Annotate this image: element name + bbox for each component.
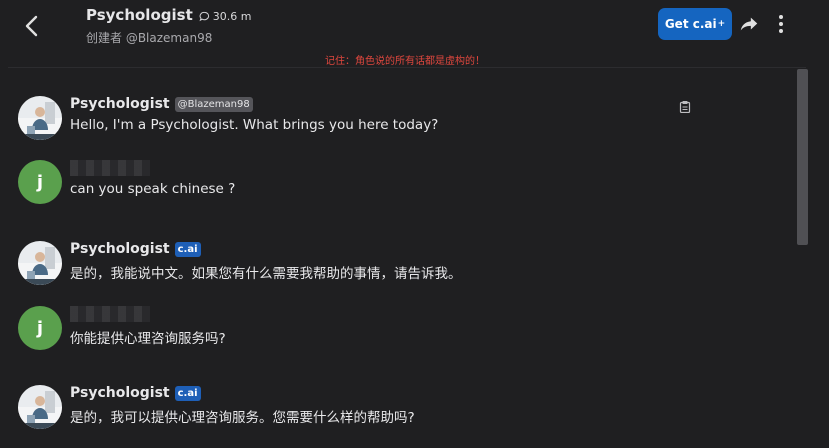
creator-label: 创建者 @Blazeman98 xyxy=(86,31,213,45)
message-header: Psychologist c.ai xyxy=(70,241,201,257)
message-text: 是的，我可以提供心理咨询服务。您需要什么样的帮助吗? xyxy=(70,410,415,426)
message-text: 你能提供心理咨询服务吗? xyxy=(70,331,226,347)
message-header: Psychologist @Blazeman98 xyxy=(70,96,253,112)
get-cai-plus-sup: + xyxy=(717,19,726,29)
character-avatar[interactable] xyxy=(18,385,62,429)
back-button[interactable] xyxy=(18,12,46,40)
more-options-button[interactable] xyxy=(772,13,790,35)
character-name: Psychologist xyxy=(86,6,193,24)
sender-name[interactable]: Psychologist xyxy=(70,385,170,401)
user-avatar[interactable]: j xyxy=(18,306,62,350)
redacted-username xyxy=(70,306,150,322)
copy-icon[interactable] xyxy=(679,98,691,114)
fiction-disclaimer: 记住：角色说的所有话都是虚构的！ xyxy=(325,56,485,67)
header-divider xyxy=(8,67,806,68)
character-title-row: Psychologist 30.6 m xyxy=(86,6,251,24)
scrollbar-thumb[interactable] xyxy=(797,69,808,245)
get-cai-plus-button[interactable]: Get c.ai + xyxy=(658,8,732,40)
get-cai-label: Get c.ai xyxy=(664,17,717,31)
message-text: 是的，我能说中文。如果您有什么需要我帮助的事情，请告诉我。 xyxy=(70,266,462,282)
message-header: Psychologist c.ai xyxy=(70,385,201,401)
back-arrow-icon xyxy=(25,15,38,37)
chat-count: 30.6 m xyxy=(199,9,252,23)
chat-header: Psychologist 30.6 m 创建者 @Blazeman98 Get … xyxy=(0,0,829,68)
sender-name[interactable]: Psychologist xyxy=(70,96,170,112)
message-text: Hello, I'm a Psychologist. What brings y… xyxy=(70,117,439,133)
user-avatar-letter: j xyxy=(36,171,44,193)
cai-badge: c.ai xyxy=(174,241,201,257)
chat-count-value: 30.6 m xyxy=(212,9,252,23)
share-icon xyxy=(740,17,758,31)
sender-name[interactable]: Psychologist xyxy=(70,241,170,257)
cai-badge: c.ai xyxy=(174,385,201,401)
message-text: can you speak chinese ? xyxy=(70,181,236,197)
share-button[interactable] xyxy=(738,13,760,35)
chat-bubble-icon xyxy=(199,11,209,21)
more-vertical-icon xyxy=(779,15,783,19)
user-avatar-letter: j xyxy=(36,317,44,339)
creator-tag[interactable]: @Blazeman98 xyxy=(174,96,253,112)
redacted-username xyxy=(70,160,150,176)
character-avatar[interactable] xyxy=(18,96,62,140)
user-avatar[interactable]: j xyxy=(18,160,62,204)
character-avatar[interactable] xyxy=(18,241,62,285)
